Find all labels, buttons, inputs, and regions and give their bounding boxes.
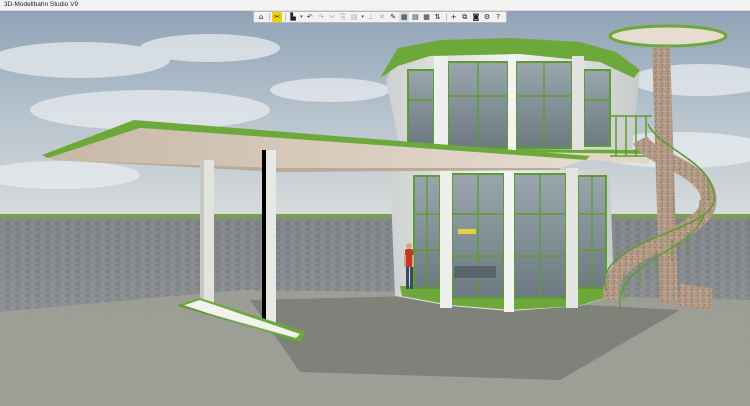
3d-viewport[interactable] [0,11,750,406]
title-bar: 3D-Modellbahn Studio V9 [0,0,750,11]
measure-button[interactable]: ⇅ [433,12,443,22]
toolbar-separator [445,13,447,21]
building-menu-caret[interactable]: ▾ [299,12,304,22]
main-toolbar: ⌂ ✂ ▙ ▾ ↶ ↷ ✂ ⎘ ▤ ▾ ⊥ ✕ ✎ ▦ ▤ ▦ ⇅ + ⧉ ◙ ⚙? [253,11,507,23]
camera-button[interactable]: ◙ [471,12,481,22]
undo-button[interactable]: ↶ [305,12,315,22]
copy-button[interactable]: ⎘ [338,12,348,22]
align-button[interactable]: ⊥ [366,12,376,22]
view-3d-button[interactable]: ▦ [399,12,410,22]
paste-button[interactable]: ▤ [349,12,359,22]
top-canopy-disc [608,24,728,48]
view-layers-button[interactable]: ▤ [410,12,420,22]
tools-button[interactable]: ✎ [388,12,398,22]
toolbar-separator [285,13,287,21]
redo-button[interactable]: ↷ [316,12,326,22]
edit-mode-button[interactable]: ✂ [272,12,283,22]
help-button[interactable]: ? [493,12,503,22]
grid-button[interactable]: ▦ [421,12,431,22]
scene-render[interactable] [0,11,750,406]
pavilion-upper [380,38,640,150]
home-button[interactable]: ⌂ [256,12,266,22]
delete-button[interactable]: ✕ [377,12,387,22]
add-object-button[interactable]: + [449,12,459,22]
pavilion-lower [390,168,614,312]
settings-button[interactable]: ⚙ [482,12,492,22]
toolbar-separator [269,13,271,21]
paste-menu-caret[interactable]: ▾ [360,12,365,22]
catalog-button[interactable]: ⧉ [460,12,470,22]
cut-button[interactable]: ✂ [327,12,337,22]
window-title: 3D-Modellbahn Studio V9 [4,1,79,8]
building-button[interactable]: ▙ [288,12,298,22]
